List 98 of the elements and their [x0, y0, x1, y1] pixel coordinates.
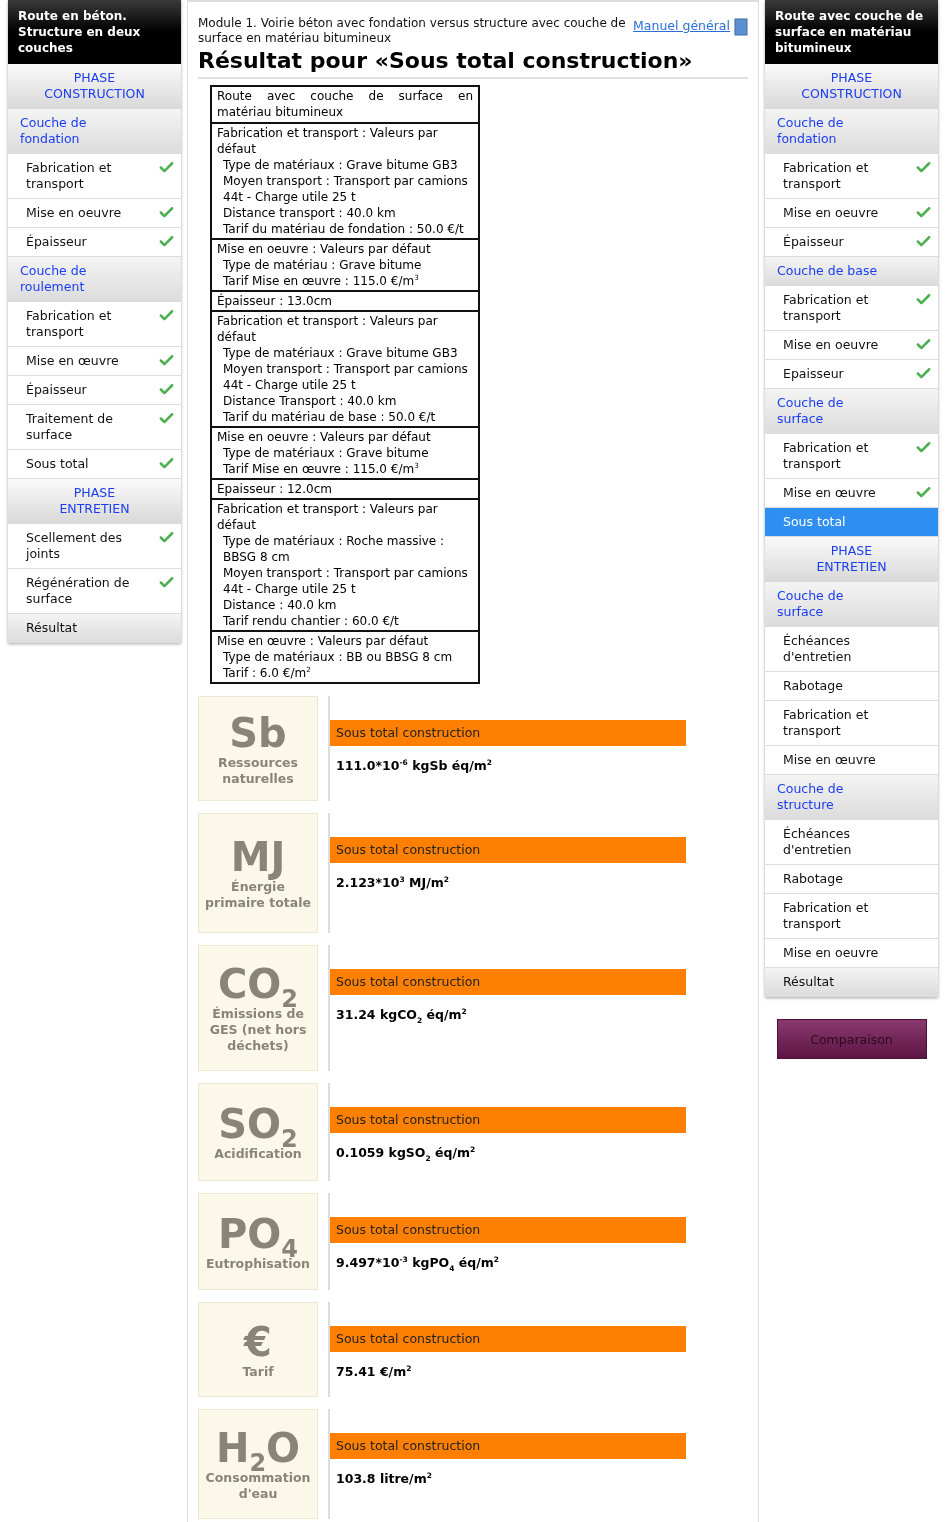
nav-title: Route avec couche de surface en matériau bitumineux — [765, 0, 938, 64]
nav-item[interactable]: Fabrication et transport — [8, 302, 181, 347]
nav-item[interactable]: Mise en œuvre — [765, 746, 938, 775]
phase-heading[interactable]: PHASE ENTRETIEN — [765, 537, 938, 582]
nav-item[interactable]: Mise en oeuvre — [765, 199, 938, 228]
result-bar: Sous total construction — [330, 837, 686, 863]
nav-item[interactable]: Rabotage — [765, 672, 938, 701]
cell-line: Fabrication et transport : Valeurs par défaut — [217, 314, 438, 344]
result-bar: Sous total construction — [330, 720, 686, 746]
phase-heading[interactable]: PHASE ENTRETIEN — [8, 479, 181, 524]
cell-line: Tarif rendu chantier : 60.0 €/t — [223, 614, 399, 628]
result-value: 103.8 litre/m$^{2}$ — [336, 1471, 432, 1486]
indicator-symbol: PO$_{4}$ — [218, 1211, 298, 1256]
indicator-label: Tarif — [242, 1363, 274, 1380]
table-heading: Route avec couche de surface en matériau bitumineux — [216, 88, 474, 121]
result-value: 9.497*10$^{-3}$ kgPO$_{4}$ éq/m$^{2}$ — [336, 1255, 500, 1270]
nav-item[interactable]: Épaisseur — [8, 228, 181, 257]
indicator-symbol: € — [244, 1319, 272, 1364]
cell-line: Type de matériau : Grave bitume — [223, 258, 422, 272]
cell-line: Mise en oeuvre : Valeurs par défaut — [217, 242, 431, 256]
page-title: Résultat pour «Sous total construction» — [198, 48, 748, 79]
nav-item[interactable]: Mise en œuvre — [765, 479, 938, 508]
cell-line: Tarif Mise en œuvre : 115.0 €/m$^{3}$ — [223, 274, 419, 288]
manual-link[interactable]: Manuel général — [633, 18, 730, 33]
indicator-symbol: H$_{2}$O — [215, 1426, 301, 1470]
nav-item[interactable]: Mise en oeuvre — [765, 331, 938, 360]
nav-title: Route en béton. Structure en deux couches — [8, 0, 181, 64]
result-bar: Sous total construction — [330, 969, 686, 995]
cell-line: Tarif du matériau de base : 50.0 €/t — [223, 410, 436, 424]
cell-line: Type de matériaux : BB ou BBSG 8 cm — [223, 650, 453, 664]
nav-item[interactable]: Epaisseur — [765, 360, 938, 389]
nav-item[interactable]: Mise en oeuvre — [765, 939, 938, 968]
nav-item[interactable]: Fabrication et transport — [8, 154, 181, 199]
section-heading[interactable]: Couche de structure — [765, 775, 938, 820]
cell-line: Fabrication et transport : Valeurs par défaut — [217, 502, 438, 532]
result-bar: Sous total construction — [330, 1326, 686, 1352]
cell-line: Mise en oeuvre : Valeurs par défaut — [217, 430, 431, 444]
indicator-symbol: MJ — [230, 835, 286, 879]
nav-item[interactable]: Fabrication et transport — [765, 434, 938, 479]
phase-heading[interactable]: PHASE CONSTRUCTION — [8, 64, 181, 109]
indicator-label: Consommation d'eau — [204, 1470, 312, 1502]
result-bar: Sous total construction — [330, 1217, 686, 1243]
result-value: 31.24 kgCO$_{2}$ éq/m$^{2}$ — [336, 1007, 467, 1022]
section-heading[interactable]: Couche de base — [765, 257, 938, 286]
nav-item[interactable]: Fabrication et transport — [765, 701, 938, 746]
phase-heading[interactable]: PHASE CONSTRUCTION — [765, 64, 938, 109]
result-value: 2.123*10$^{3}$ MJ/m$^{2}$ — [336, 875, 449, 890]
book-icon[interactable] — [734, 18, 748, 36]
indicator-label: Émissions de GES (net hors déchets) — [208, 1006, 308, 1054]
section-heading[interactable]: Couche de surface — [765, 389, 938, 434]
nav-item[interactable]: Mise en oeuvre — [8, 199, 181, 228]
nav-item[interactable]: Épaisseur — [8, 376, 181, 405]
cell-line: Type de matériaux : Grave bitume GB3 — [223, 158, 458, 172]
nav-item[interactable]: Résultat — [8, 614, 181, 643]
nav-item[interactable]: Scellement des joints — [8, 524, 181, 569]
indicator-symbol: CO$_{2}$ — [217, 962, 299, 1006]
cell-line: Moyen transport : Transport par camions 44t - Charge utile 25 t — [223, 362, 468, 392]
cell-line: Moyen transport : Transport par camions 44t - Charge utile 25 t — [223, 566, 468, 596]
result-value: 75.41 €/m$^{2}$ — [336, 1364, 412, 1379]
nav-item[interactable]: Rabotage — [765, 865, 938, 894]
cell-line: Distance transport : 40.0 km — [223, 206, 396, 220]
nav-item[interactable]: Régénération de surface — [8, 569, 181, 614]
nav-item[interactable]: Mise en œuvre — [8, 347, 181, 376]
cell-line: Epaisseur : 12.0cm — [217, 482, 332, 496]
nav-item[interactable]: Résultat — [765, 968, 938, 997]
nav-item[interactable]: Fabrication et transport — [765, 154, 938, 199]
result-value: 0.1059 kgSO$_{2}$ éq/m$^{2}$ — [336, 1145, 476, 1160]
section-heading[interactable]: Couche de roulement — [8, 257, 181, 302]
cell-line: Mise en œuvre : Valeurs par défaut — [217, 634, 429, 648]
cell-line: Distance Transport : 40.0 km — [223, 394, 397, 408]
section-heading[interactable]: Couche de fondation — [765, 109, 938, 154]
cell-line: Type de matériaux : Grave bitume — [223, 446, 429, 460]
cell-line: Moyen transport : Transport par camions 44t - Charge utile 25 t — [223, 174, 468, 204]
result-value: 111.0*10$^{-6}$ kgSb éq/m$^{2}$ — [336, 758, 492, 773]
indicator-label: Acidification — [214, 1146, 302, 1162]
nav-item[interactable]: Fabrication et transport — [765, 894, 938, 939]
cell-line: Distance : 40.0 km — [223, 598, 337, 612]
nav-item[interactable]: Traitement de surface — [8, 405, 181, 450]
indicator-label: Énergie primaire totale — [204, 879, 312, 911]
module-description: Module 1. Voirie béton avec fondation versus structure avec couche de surface en matériau bitumineux — [198, 16, 627, 46]
cell-line: Type de matériaux : Grave bitume GB3 — [223, 346, 458, 360]
cell-line: Fabrication et transport : Valeurs par défaut — [217, 126, 438, 156]
indicator-symbol: Sb — [229, 710, 287, 755]
nav-item[interactable]: Échéances d'entretien — [765, 627, 938, 672]
section-heading[interactable]: Couche de surface — [765, 582, 938, 627]
nav-item[interactable]: Fabrication et transport — [765, 286, 938, 331]
nav-item[interactable]: Échéances d'entretien — [765, 820, 938, 865]
cell-line: Tarif Mise en œuvre : 115.0 €/m$^{3}$ — [223, 462, 419, 476]
nav-item[interactable]: Sous total — [8, 450, 181, 479]
result-bar: Sous total construction — [330, 1433, 686, 1459]
cell-line: Tarif : 6.0 €/m$^{2}$ — [223, 666, 311, 680]
section-heading[interactable]: Couche de fondation — [8, 109, 181, 154]
cell-line: Type de matériaux : Roche massive : BBSG 8 cm — [223, 534, 445, 564]
cell-line: Épaisseur : 13.0cm — [217, 294, 332, 308]
indicator-label: Ressources naturelles — [217, 754, 299, 787]
result-bar: Sous total construction — [330, 1107, 686, 1133]
nav-item[interactable]: Épaisseur — [765, 228, 938, 257]
cell-line: Tarif du matériau de fondation : 50.0 €/t — [223, 222, 464, 236]
